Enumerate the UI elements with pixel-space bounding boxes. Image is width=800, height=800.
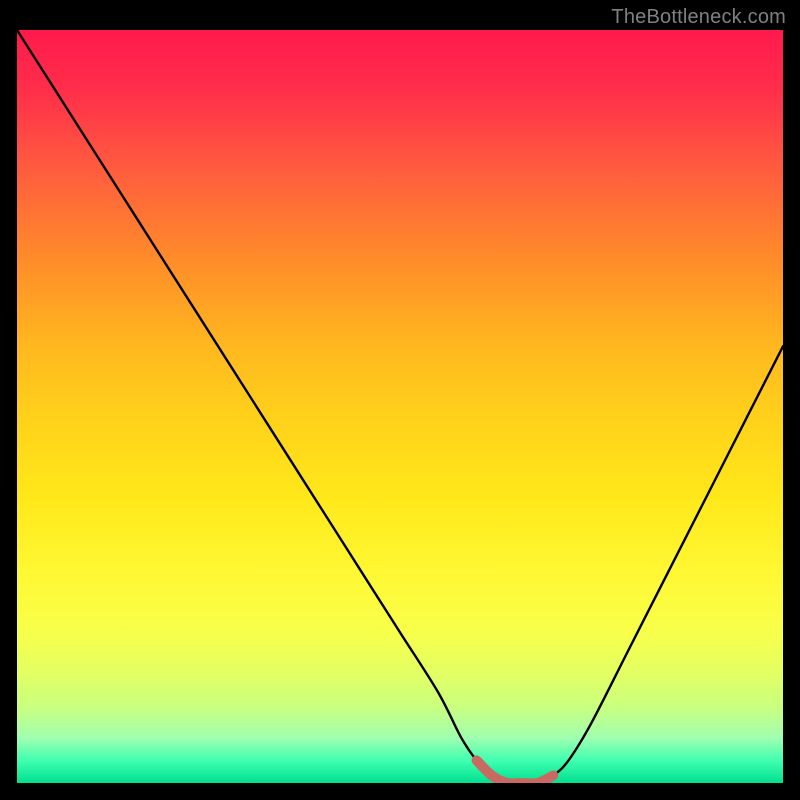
plot-area — [17, 30, 783, 783]
highlight-marker — [477, 760, 554, 783]
chart-svg — [17, 30, 783, 783]
watermark-text: TheBottleneck.com — [611, 6, 786, 29]
chart-frame: TheBottleneck.com — [0, 0, 800, 800]
bottleneck-curve-path — [17, 30, 783, 783]
